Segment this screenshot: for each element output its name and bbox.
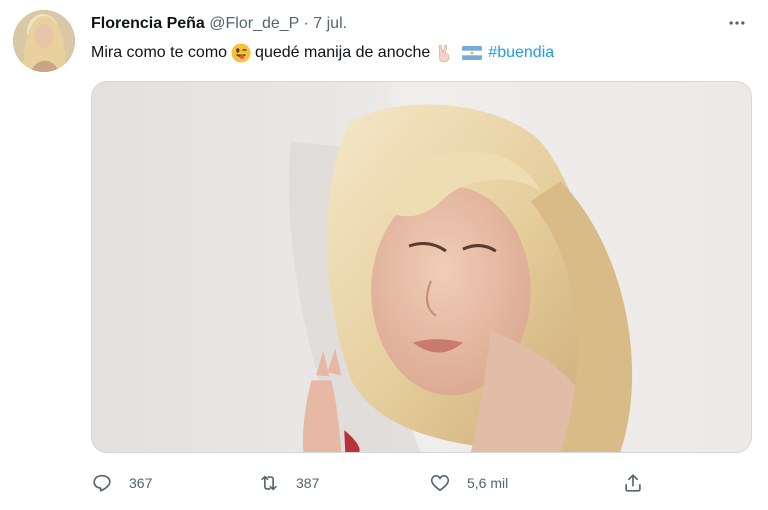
argentina-flag-emoji [462, 46, 483, 60]
winking-face-with-tongue-emoji [231, 43, 251, 63]
reply-button[interactable]: 367 [91, 468, 152, 498]
like-button[interactable]: 5,6 mil [429, 468, 508, 498]
tweet-actions: 367 387 5,6 mil [91, 468, 671, 498]
more-options-button[interactable] [724, 10, 750, 36]
photo-image [92, 82, 751, 452]
display-name[interactable]: Florencia Peña [91, 15, 205, 32]
tweet: Florencia Peña @Flor_de_P · 7 jul. Mira … [0, 0, 768, 510]
hashtag-link[interactable]: #buendia [488, 42, 554, 64]
tweet-text-part2: quedé manija de anoche [255, 44, 431, 61]
share-icon [625, 474, 641, 492]
share-button[interactable] [622, 468, 644, 498]
tweet-photo[interactable] [91, 81, 752, 453]
tweet-header: Florencia Peña @Flor_de_P · 7 jul. [91, 14, 347, 34]
reply-count: 367 [129, 475, 153, 491]
tweet-date[interactable]: 7 jul. [313, 15, 347, 32]
avatar-image [13, 10, 75, 72]
like-count: 5,6 mil [467, 475, 509, 491]
retweet-count: 387 [296, 475, 320, 491]
avatar[interactable] [13, 10, 75, 72]
more-horizontal-icon [729, 21, 745, 25]
header-separator: · [299, 15, 314, 32]
victory-hand-emoji [438, 44, 450, 63]
retweet-icon [261, 475, 277, 491]
tweet-text: Mira como te como quedé manija de anoche… [91, 42, 554, 64]
retweet-button[interactable]: 387 [258, 468, 319, 498]
heart-icon [430, 475, 450, 492]
tweet-text-part1: Mira como te como [91, 44, 228, 61]
reply-icon [93, 474, 111, 492]
user-handle[interactable]: @Flor_de_P [209, 15, 299, 32]
